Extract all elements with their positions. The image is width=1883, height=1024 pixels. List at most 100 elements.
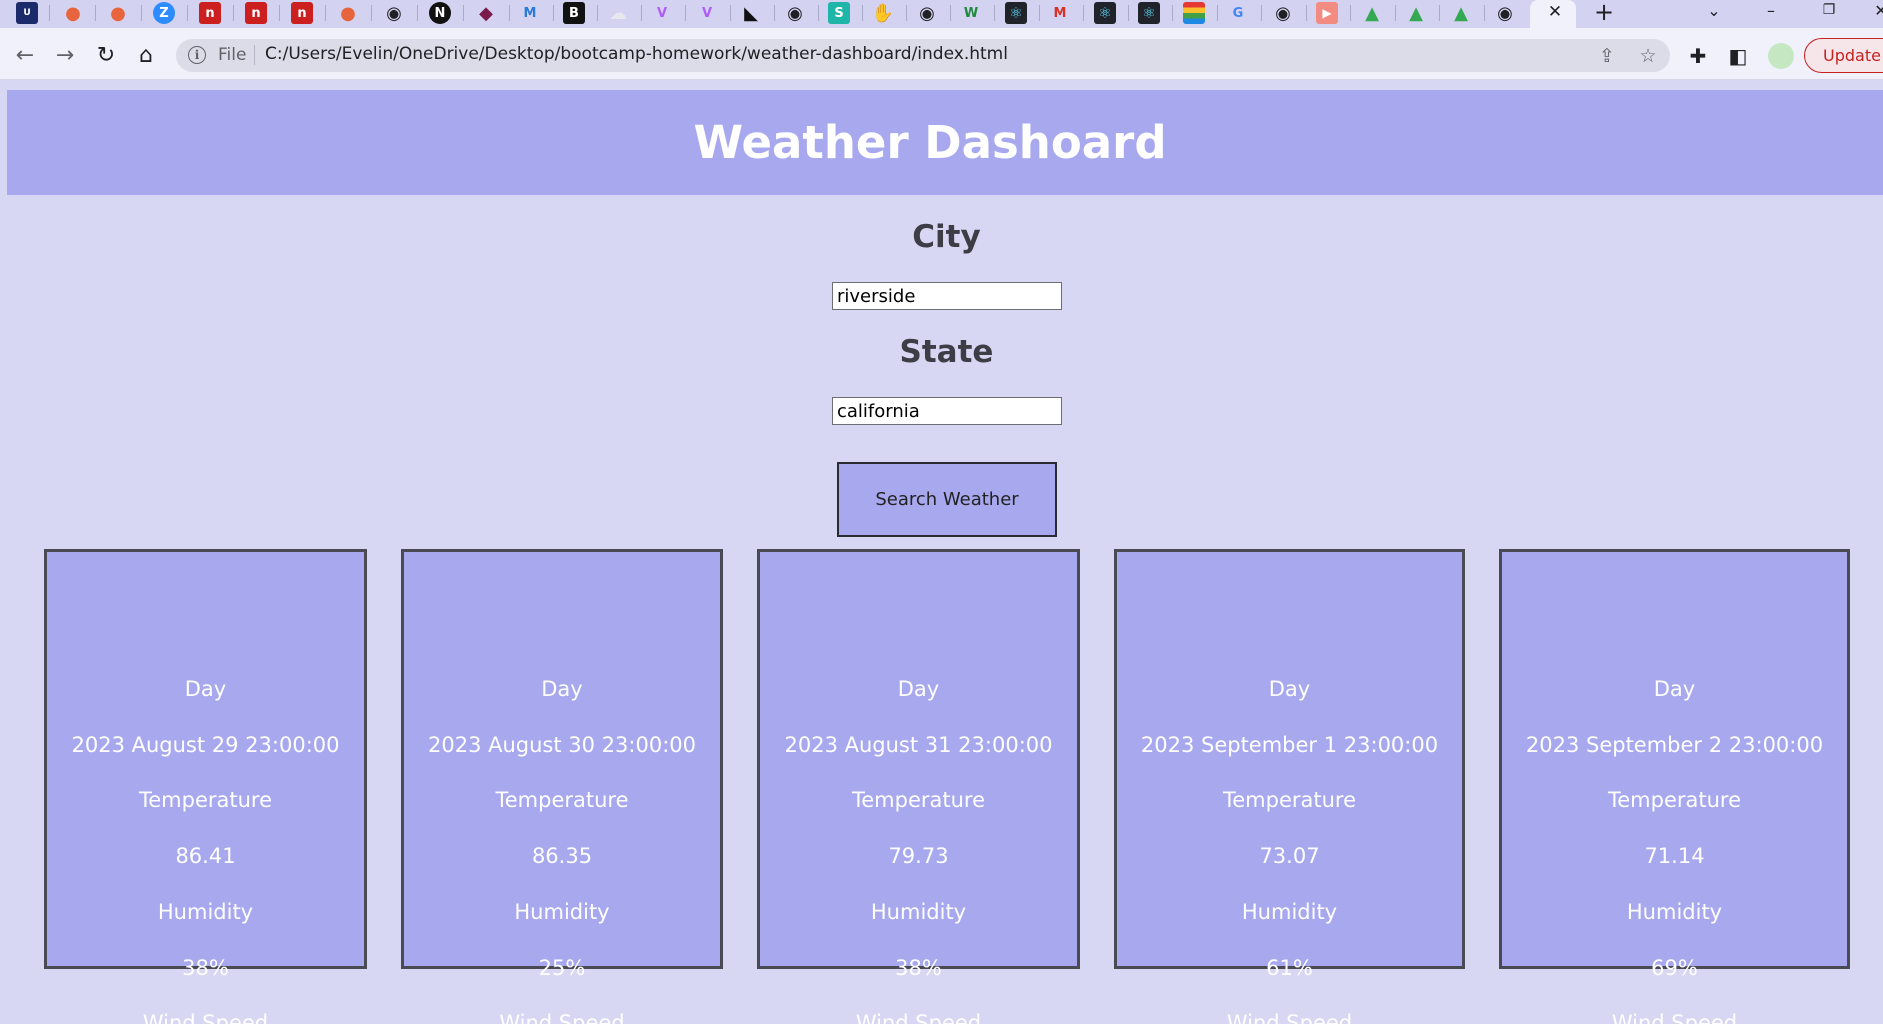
mui-favicon-icon[interactable]: M <box>519 2 541 24</box>
address-separator <box>254 45 255 65</box>
day-label: Day <box>184 677 227 701</box>
forecast-card: Day 2023 August 30 23:00:00 Temperature … <box>401 549 723 1024</box>
url-text[interactable]: C:/Users/Evelin/OneDrive/Desktop/bootcam… <box>265 44 1008 64</box>
vite-favicon-icon[interactable]: V <box>651 2 673 24</box>
update-button[interactable]: Update <box>1804 38 1883 73</box>
google-favicon-icon[interactable]: G <box>1227 2 1249 24</box>
tab-separator <box>1083 5 1084 21</box>
window-close-icon[interactable]: ✕ <box>1865 0 1883 20</box>
site-info-icon[interactable]: i <box>188 46 206 64</box>
wind-speed-label: Wind Speed <box>142 1011 269 1024</box>
tab-separator <box>641 5 642 21</box>
tab-separator <box>950 5 951 21</box>
side-panel-icon[interactable]: ◧ <box>1726 44 1750 68</box>
minimize-icon[interactable]: – <box>1755 0 1787 20</box>
b-favicon-icon[interactable]: B <box>563 2 585 24</box>
temperature-label: Temperature <box>1607 788 1742 812</box>
vite-favicon-icon[interactable]: V <box>696 2 718 24</box>
tab-separator <box>1128 5 1129 21</box>
ucr-favicon-icon[interactable]: U <box>16 2 38 24</box>
w-favicon-icon[interactable]: W <box>960 2 982 24</box>
stripes-color-favicon-icon[interactable] <box>1183 2 1205 24</box>
react-favicon-icon[interactable]: ⚛ <box>1094 2 1116 24</box>
tab-separator <box>49 5 50 21</box>
helmet-favicon-icon[interactable]: ● <box>337 2 359 24</box>
tab-separator <box>862 5 863 21</box>
tab-strip: U ● ● Z n n n ● ◉ N ◆ M B ☁ V V ◣ ◉ S ✋ … <box>0 0 1883 28</box>
home-icon[interactable]: ⌂ <box>132 41 160 69</box>
humidity-label: Humidity <box>514 900 610 924</box>
state-input[interactable] <box>832 397 1062 425</box>
wind-speed-label: Wind Speed <box>1611 1011 1738 1024</box>
profile-avatar[interactable] <box>1768 43 1794 69</box>
github-favicon-icon[interactable]: ◉ <box>784 2 806 24</box>
temperature-value: 86.41 <box>175 844 236 868</box>
temperature-value: 79.73 <box>888 844 949 868</box>
n-favicon-icon[interactable]: n <box>199 2 221 24</box>
cloud-favicon-icon[interactable]: ☁ <box>607 2 629 24</box>
notion-favicon-icon[interactable]: N <box>429 2 451 24</box>
drive-favicon-icon[interactable]: ▲ <box>1361 2 1383 24</box>
back-arrow-icon[interactable]: ← <box>11 41 39 69</box>
humidity-value: 69% <box>1651 956 1698 980</box>
framer-favicon-icon[interactable]: ◣ <box>740 2 762 24</box>
temperature-value: 71.14 <box>1644 844 1705 868</box>
wind-speed-label: Wind Speed <box>1226 1011 1353 1024</box>
react-favicon-icon[interactable]: ⚛ <box>1138 2 1160 24</box>
tab-close-icon[interactable]: ✕ <box>1545 1 1565 23</box>
tab-separator <box>597 5 598 21</box>
share-icon[interactable]: ⇪ <box>1596 45 1618 67</box>
humidity-value: 61% <box>1266 956 1313 980</box>
reload-icon[interactable]: ↻ <box>92 41 120 69</box>
drive-favicon-icon[interactable]: ▲ <box>1450 2 1472 24</box>
city-label: City <box>912 219 981 255</box>
forward-arrow-icon[interactable]: → <box>51 41 79 69</box>
github-favicon-icon[interactable]: ◉ <box>1272 2 1294 24</box>
tab-separator <box>818 5 819 21</box>
temperature-label: Temperature <box>851 788 986 812</box>
humidity-label: Humidity <box>157 900 254 924</box>
tab-separator <box>1395 5 1396 21</box>
state-label: State <box>899 334 994 370</box>
react-favicon-icon[interactable]: ⚛ <box>1005 2 1027 24</box>
helmet-favicon-icon[interactable]: ● <box>107 2 129 24</box>
drive-favicon-icon[interactable]: ▲ <box>1405 2 1427 24</box>
tab-separator <box>1484 5 1485 21</box>
zoom-favicon-icon[interactable]: Z <box>153 2 175 24</box>
forecast-card: Day 2023 September 2 23:00:00 Temperatur… <box>1499 549 1850 1024</box>
extensions-puzzle-icon[interactable]: ✚ <box>1686 44 1710 68</box>
stripes-favicon-icon[interactable]: ◆ <box>475 2 497 24</box>
tab-separator <box>233 5 234 21</box>
tab-separator <box>774 5 775 21</box>
forecast-card: Day 2023 August 31 23:00:00 Temperature … <box>757 549 1080 1024</box>
temperature-label: Temperature <box>138 788 273 812</box>
page-title: Weather Dashoard <box>693 116 1167 169</box>
github-favicon-icon[interactable]: ◉ <box>916 2 938 24</box>
day-label: Day <box>897 677 940 701</box>
github-favicon-icon[interactable]: ◉ <box>1494 2 1516 24</box>
address-scheme-label: File <box>218 45 247 65</box>
hand-favicon-icon[interactable]: ✋ <box>872 2 894 24</box>
humidity-label: Humidity <box>1626 900 1723 924</box>
n-favicon-icon[interactable]: n <box>245 2 267 24</box>
forecast-card: Day 2023 August 29 23:00:00 Temperature … <box>44 549 367 1024</box>
new-tab-button[interactable]: + <box>1590 0 1618 26</box>
restore-icon[interactable]: ❐ <box>1813 0 1845 20</box>
forecast-date: 2023 August 31 23:00:00 <box>784 733 1053 757</box>
s-favicon-icon[interactable]: S <box>828 2 850 24</box>
search-weather-button[interactable]: Search Weather <box>837 462 1057 537</box>
tab-separator <box>1217 5 1218 21</box>
tab-separator <box>371 5 372 21</box>
helmet-favicon-icon[interactable]: ● <box>62 2 84 24</box>
gmail-favicon-icon[interactable]: M <box>1049 2 1071 24</box>
tab-separator <box>553 5 554 21</box>
github-favicon-icon[interactable]: ◉ <box>383 2 405 24</box>
city-input[interactable] <box>832 282 1062 310</box>
tab-separator <box>1350 5 1351 21</box>
tab-search-chevron-icon[interactable]: ⌄ <box>1698 0 1730 20</box>
bookmark-star-icon[interactable]: ☆ <box>1637 45 1659 67</box>
n-favicon-icon[interactable]: n <box>291 2 313 24</box>
tab-separator <box>1261 5 1262 21</box>
video-favicon-icon[interactable]: ▶ <box>1316 2 1338 24</box>
page-header: Weather Dashoard <box>7 90 1883 195</box>
